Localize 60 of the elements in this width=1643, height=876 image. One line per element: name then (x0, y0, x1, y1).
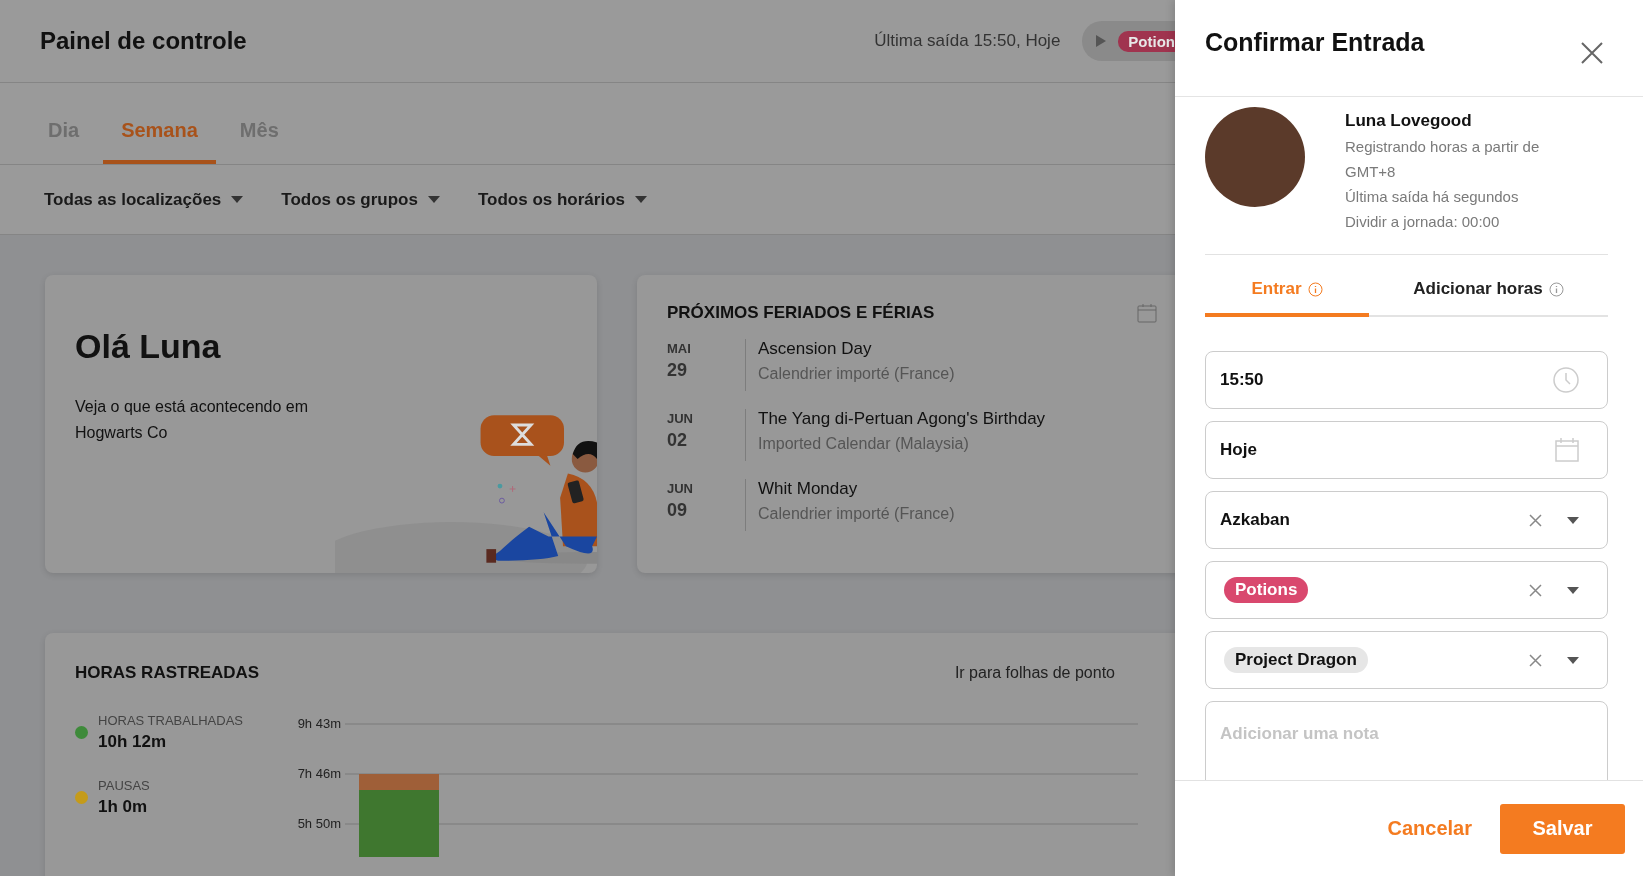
clear-icon[interactable] (1529, 653, 1542, 667)
filter-dropdown[interactable]: Todos os grupos (281, 189, 440, 210)
legend-label: PAUSAS (98, 778, 150, 793)
holiday-month: JUN (667, 481, 694, 496)
clock-icon (1553, 367, 1579, 393)
axis-tick-label: 9h 43m (297, 716, 341, 731)
calendar-icon (1555, 438, 1579, 462)
page-title: Painel de controle (40, 27, 247, 55)
caret-icon (427, 196, 440, 203)
clear-icon[interactable] (1529, 583, 1542, 597)
legend-label: HORAS TRABALHADAS (98, 713, 243, 728)
timesheets-link[interactable]: Ir para folhas de ponto (954, 664, 1115, 682)
info-icon (1548, 281, 1564, 297)
clear-icon[interactable] (1529, 513, 1542, 527)
panel-title: Confirmar Entrada (1205, 28, 1425, 57)
tracked-hours-title: HORAS RASTREADAS (75, 663, 260, 683)
running-timer-pill[interactable]: Potion (1082, 21, 1175, 61)
user-detail: Registrando horas a partir de GMT+8 (1345, 137, 1541, 182)
caret-icon (635, 196, 647, 203)
select-field[interactable]: Azkaban (1205, 491, 1608, 549)
holiday-day: 29 (667, 360, 745, 381)
note-field[interactable]: Adicionar uma nota (1205, 701, 1608, 780)
user-detail: Última saída há segundos (1345, 187, 1520, 207)
greeting-title: Olá Luna (75, 327, 222, 366)
select-field[interactable]: Project Dragon (1205, 631, 1608, 689)
filter-dropdown[interactable]: Todos os horários (477, 189, 647, 210)
selected-tag: Potions (1224, 577, 1309, 603)
caret-icon[interactable] (1567, 656, 1579, 664)
caret-icon[interactable] (1567, 586, 1579, 594)
holidays-title: PRÓXIMOS FERIADOS E FÉRIAS (667, 303, 935, 323)
axis-tick-label: 5h 50m (297, 816, 341, 831)
holiday-calendar: Imported Calendar (Malaysia) (758, 435, 970, 453)
project-tag: Potion (1118, 30, 1175, 52)
last-exit-text: Última saída 15:50, Hoje (874, 31, 1061, 51)
user-detail: Dividir a jornada: 00:00 (1345, 212, 1501, 232)
holiday-day: 09 (667, 500, 745, 521)
holiday-calendar: Calendrier importé (France) (758, 365, 955, 383)
caret-icon[interactable] (1567, 516, 1579, 524)
holiday-month: MAI (667, 341, 692, 356)
user-name: Luna Lovegood (1345, 111, 1473, 131)
holiday-day: 02 (667, 430, 745, 451)
play-icon (1096, 35, 1107, 47)
filter-dropdown[interactable]: Todas as localizações (44, 189, 244, 210)
axis-tick-label: 7h 46m (297, 766, 341, 781)
info-icon (1307, 281, 1323, 297)
caret-icon (231, 196, 244, 203)
select-field[interactable]: Potions (1205, 561, 1608, 619)
input-field[interactable]: Hoje (1205, 421, 1608, 479)
close-icon[interactable] (1581, 42, 1603, 64)
holiday-month: JUN (667, 411, 694, 426)
holiday-name: The Yang di-Pertuan Agong's Birthday (758, 409, 1046, 429)
selected-tag: Project Dragon (1224, 647, 1368, 673)
entry-tab[interactable]: Adicionar horas (1369, 265, 1608, 317)
input-field[interactable]: 15:50 (1205, 351, 1608, 409)
holiday-name: Ascension Day (758, 339, 873, 359)
holiday-calendar: Calendrier importé (France) (758, 505, 955, 523)
greeting-text: Veja o que está acontecendo em Hogwarts Co (75, 397, 310, 443)
legend-value: 10h 12m (98, 732, 168, 752)
legend-value: 1h 0m (98, 797, 149, 817)
holiday-name: Whit Monday (758, 479, 859, 499)
